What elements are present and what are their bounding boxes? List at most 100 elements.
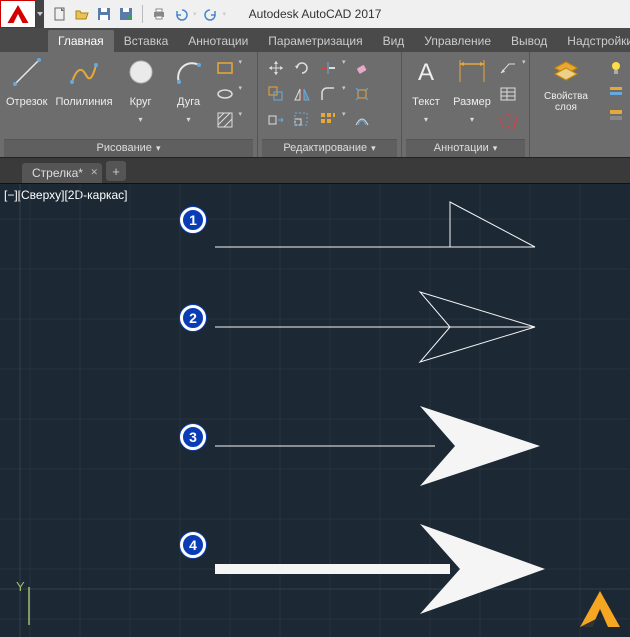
table-icon[interactable] [498, 84, 518, 104]
chevron-down-icon: ▾ [470, 116, 474, 124]
tab-manage[interactable]: Управление [414, 30, 501, 52]
close-icon[interactable]: ✕ [90, 167, 98, 178]
arc-icon [174, 57, 204, 87]
line-icon [12, 57, 42, 87]
ribbon: Отрезок Полилиния Круг ▾ Дуга ▾ ▾ [0, 52, 630, 158]
array-icon[interactable] [318, 110, 338, 130]
text-icon: A [412, 58, 440, 86]
open-icon[interactable] [74, 6, 90, 22]
file-tab[interactable]: Стрелка* ✕ [22, 163, 102, 183]
copy-icon[interactable] [266, 84, 286, 104]
rotate-icon[interactable] [292, 58, 312, 78]
panel-annotation-title[interactable]: Аннотации▾ [406, 139, 525, 157]
drawing-area[interactable]: [−][Сверху][2D-каркас] [0, 184, 630, 637]
layers-controls [602, 54, 626, 126]
tab-label: Управление [424, 34, 491, 48]
undo-icon[interactable] [173, 6, 189, 22]
trim-icon[interactable] [318, 58, 338, 78]
erase-icon[interactable] [352, 58, 372, 78]
chevron-down-icon: ▾ [493, 143, 498, 153]
redo-dropdown[interactable]: ▾ [223, 10, 227, 18]
chevron-down-icon: ▾ [371, 143, 376, 153]
text-button[interactable]: A Текст ▾ [406, 54, 446, 124]
tab-insert[interactable]: Вставка [114, 30, 179, 52]
app-menu-button[interactable] [0, 0, 36, 28]
line-button[interactable]: Отрезок [4, 54, 49, 114]
tab-label: Вывод [511, 34, 547, 48]
stretch-icon[interactable] [266, 110, 286, 130]
arc-label: Дуга [177, 90, 200, 114]
chevron-down-icon[interactable]: ▾ [239, 110, 243, 130]
arc-button[interactable]: Дуга ▾ [167, 54, 211, 124]
ellipse-icon[interactable] [215, 84, 235, 104]
chevron-down-icon: ▾ [424, 116, 428, 124]
print-icon[interactable] [151, 6, 167, 22]
line-label: Отрезок [6, 90, 47, 114]
polyline-icon [69, 57, 99, 87]
svg-text:A: A [418, 59, 434, 86]
title-bar: ▾ ▾ Autodesk AutoCAD 2017 [0, 0, 630, 28]
layer-properties-button[interactable]: Свойства слоя [534, 54, 598, 114]
panel-draw-title[interactable]: Рисование▾ [4, 139, 253, 157]
chevron-down-icon: ▾ [187, 116, 191, 124]
mirror-icon[interactable] [292, 84, 312, 104]
panel-draw: Отрезок Полилиния Круг ▾ Дуга ▾ ▾ [0, 52, 258, 157]
tab-parametric[interactable]: Параметризация [258, 30, 372, 52]
draw-small-tools: ▾ ▾ ▾ [215, 54, 243, 130]
move-icon[interactable] [266, 58, 286, 78]
tab-annotate[interactable]: Аннотации [178, 30, 258, 52]
new-icon[interactable] [52, 6, 68, 22]
layers-icon [551, 58, 581, 86]
layers-label: Свойства слоя [536, 90, 596, 114]
circle-button[interactable]: Круг ▾ [119, 54, 163, 124]
leader-icon[interactable] [498, 58, 518, 78]
chevron-down-icon[interactable]: ▾ [342, 58, 346, 78]
fillet-icon[interactable] [318, 84, 338, 104]
tab-addins[interactable]: Надстройки [557, 30, 630, 52]
polyline-button[interactable]: Полилиния [53, 54, 114, 114]
new-tab-button[interactable]: + [106, 161, 126, 181]
lightbulb-icon[interactable] [606, 58, 626, 78]
tab-home[interactable]: Главная [48, 30, 114, 52]
save-icon[interactable] [96, 6, 112, 22]
watermark-logo-icon [572, 585, 624, 631]
file-tab-bar: Стрелка* ✕ + [0, 158, 630, 184]
chevron-down-icon[interactable]: ▾ [342, 110, 346, 130]
chevron-down-icon[interactable]: ▾ [522, 58, 526, 78]
panel-annotation: A Текст ▾ Размер ▾ ▾ Аннотации▾ [402, 52, 530, 157]
layer-filter-icon[interactable] [606, 106, 626, 126]
undo-dropdown[interactable]: ▾ [193, 10, 197, 18]
rectangle-icon[interactable] [215, 58, 235, 78]
annot-small-tools: ▾ [498, 54, 526, 130]
chevron-down-icon [37, 12, 43, 16]
chevron-down-icon: ▾ [139, 116, 143, 124]
chevron-down-icon[interactable]: ▾ [239, 84, 243, 104]
autocad-logo-icon [3, 2, 33, 26]
app-title: Autodesk AutoCAD 2017 [249, 7, 382, 21]
polyline-label: Полилиния [55, 90, 112, 114]
chevron-down-icon[interactable]: ▾ [342, 84, 346, 104]
tab-view[interactable]: Вид [373, 30, 415, 52]
layer-state-icon[interactable] [606, 82, 626, 102]
tab-output[interactable]: Вывод [501, 30, 557, 52]
callout-marker: 3 [180, 424, 206, 450]
saveas-icon[interactable] [118, 6, 134, 22]
callout-marker: 1 [180, 207, 206, 233]
offset-icon[interactable] [352, 110, 372, 130]
tab-label: Параметризация [268, 34, 362, 48]
explode-icon[interactable] [352, 84, 372, 104]
panel-modify-title[interactable]: Редактирование▾ [262, 139, 397, 157]
dimension-button[interactable]: Размер ▾ [450, 54, 494, 124]
ucs-icon: Y [14, 577, 54, 627]
chevron-down-icon[interactable]: ▾ [239, 58, 243, 78]
scale-icon[interactable] [292, 110, 312, 130]
hatch-icon[interactable] [215, 110, 235, 130]
qat-separator [142, 5, 143, 23]
tab-label: Надстройки [567, 34, 630, 48]
circle-label: Круг [130, 90, 152, 114]
svg-text:Y: Y [16, 579, 25, 594]
cloud-icon[interactable] [498, 110, 518, 130]
app-menu-dropdown[interactable] [36, 0, 44, 28]
redo-icon[interactable] [203, 6, 219, 22]
drawing-content [0, 184, 630, 637]
